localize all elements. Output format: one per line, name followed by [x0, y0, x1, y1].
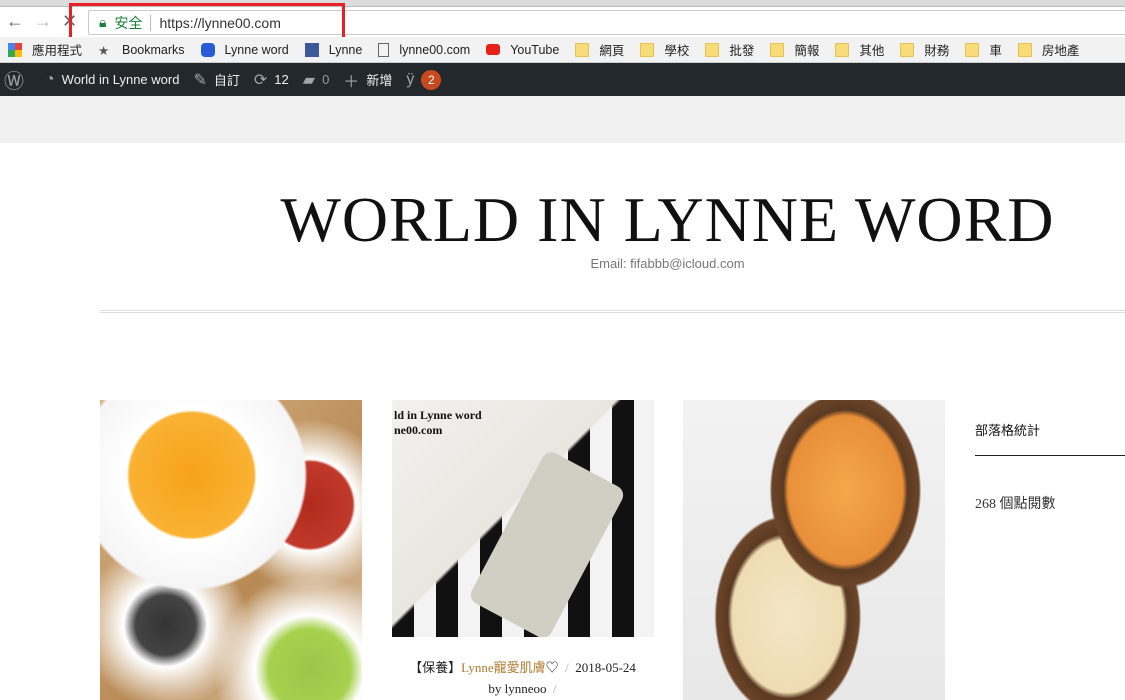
- updates-link[interactable]: ⟳ 12: [254, 70, 289, 90]
- plus-icon: ＋: [343, 73, 360, 91]
- bookmark-label: 網頁: [599, 44, 625, 58]
- chat-bubble-icon: [200, 42, 215, 57]
- wordpress-logo-icon[interactable]: Ⓦ: [4, 65, 31, 94]
- bookmark-label: 應用程式: [32, 44, 83, 58]
- bookmark-item[interactable]: YouTube: [486, 43, 559, 57]
- bookmark-item[interactable]: 房地產: [1017, 40, 1080, 59]
- post-thumbnail-toast[interactable]: [683, 400, 945, 700]
- comments-count: 0: [322, 72, 330, 87]
- bookmark-item[interactable]: 簡報: [770, 40, 819, 59]
- back-icon[interactable]: ←: [6, 11, 24, 32]
- bookmark-label: Lynne word: [224, 42, 289, 57]
- facebook-icon: [304, 42, 319, 57]
- site-email: Email: fifabbb@icloud.com: [590, 256, 745, 271]
- folder-icon: [770, 42, 785, 57]
- post-date[interactable]: 2018-05-24: [575, 660, 636, 675]
- folder-icon: [835, 42, 850, 57]
- star-icon: ★: [98, 43, 110, 58]
- yoast-icon: ÿ: [406, 70, 415, 88]
- post-title[interactable]: Lynne寵愛肌膚: [461, 660, 546, 675]
- bookmark-item[interactable]: Lynne: [304, 42, 363, 57]
- folder-icon: [900, 42, 915, 57]
- bookmark-label: 財務: [924, 44, 950, 58]
- folder-icon: [640, 42, 655, 57]
- bookmark-item[interactable]: 車: [965, 40, 1002, 59]
- updates-icon: ⟳: [253, 71, 268, 89]
- separator: /: [565, 660, 569, 675]
- widget-divider: [975, 455, 1125, 456]
- forward-icon[interactable]: →: [34, 11, 52, 32]
- bookmark-item[interactable]: Lynne word: [200, 42, 289, 57]
- bookmark-label: 車: [989, 44, 1002, 58]
- folder-icon: [965, 42, 980, 57]
- folder-icon: [705, 42, 720, 57]
- post-thumbnail-skincare[interactable]: ld in Lynne word ne00.com: [392, 400, 654, 637]
- customize-link[interactable]: ✎ 自訂: [193, 70, 239, 90]
- bookmarks-bar: 應用程式 ★ Bookmarks Lynne word Lynne lynne00.com…: [0, 37, 1125, 63]
- folder-icon: [1017, 42, 1032, 57]
- new-label: 新增: [366, 73, 393, 88]
- site-name-link[interactable]: ◔ World in Lynne word: [45, 71, 179, 89]
- separator: /: [553, 681, 557, 696]
- site-name: World in Lynne word: [61, 72, 180, 87]
- bookmark-label: Lynne: [328, 42, 363, 57]
- widget-title: 部落格統計: [975, 423, 1041, 438]
- bookmark-label: 其他: [859, 44, 885, 58]
- notification-badge: 2: [421, 69, 442, 90]
- post-byline: by lynneoo /: [392, 681, 653, 697]
- youtube-icon: [486, 44, 501, 55]
- customize-label: 自訂: [213, 73, 240, 88]
- blog-stats: 268 個點閱數: [975, 497, 1056, 512]
- comment-icon: ▰: [302, 71, 316, 89]
- bookmark-item[interactable]: ★ Bookmarks: [98, 42, 185, 58]
- post-meta: 【保養】Lynne寵愛肌膚♡ / 2018-05-24: [392, 657, 653, 676]
- bookmark-label: lynne00.com: [399, 42, 471, 57]
- updates-count: 12: [274, 72, 289, 87]
- wp-admin-bar: Ⓦ ◔ World in Lynne word ✎ 自訂 ⟳ 12 ▰ 0 ＋新增 ÿ2: [0, 63, 1125, 96]
- post-author[interactable]: by lynneoo: [488, 681, 546, 696]
- image-watermark: ld in Lynne word ne00.com: [394, 408, 482, 437]
- new-content-link[interactable]: ＋ 新增: [343, 68, 392, 92]
- page-icon: [378, 42, 390, 57]
- bookmark-label: YouTube: [510, 42, 560, 57]
- post-thumbnail-food[interactable]: [100, 400, 362, 700]
- header-band: [0, 96, 1125, 143]
- apps-grid-icon: [8, 42, 22, 57]
- folder-icon: [575, 42, 590, 57]
- bookmark-label: Bookmarks: [122, 42, 185, 57]
- yoast-menu[interactable]: ÿ2: [406, 69, 442, 90]
- brush-icon: ✎: [193, 71, 207, 89]
- dashboard-icon: ◔: [45, 70, 55, 88]
- bookmark-item[interactable]: 批發: [705, 40, 754, 59]
- comments-link[interactable]: ▰ 0: [303, 70, 330, 90]
- bookmark-label: 簡報: [794, 44, 820, 58]
- bookmark-item[interactable]: 學校: [640, 40, 689, 59]
- header-divider: [100, 310, 1125, 313]
- bookmark-item[interactable]: 財務: [900, 40, 949, 59]
- heart-icon: ♡: [545, 660, 559, 675]
- bookmark-item[interactable]: lynne00.com: [378, 42, 471, 57]
- bookmark-item[interactable]: 其他: [835, 40, 884, 59]
- bookmark-item[interactable]: 網頁: [575, 40, 624, 59]
- bookmark-label: 房地產: [1041, 44, 1080, 58]
- post-category[interactable]: 【保養】: [409, 660, 461, 675]
- bookmark-item[interactable]: 應用程式: [8, 40, 82, 59]
- bookmark-label: 批發: [729, 44, 755, 58]
- site-title[interactable]: WORLD IN LYNNE WORD: [0, 183, 1125, 257]
- bookmark-label: 學校: [664, 44, 690, 58]
